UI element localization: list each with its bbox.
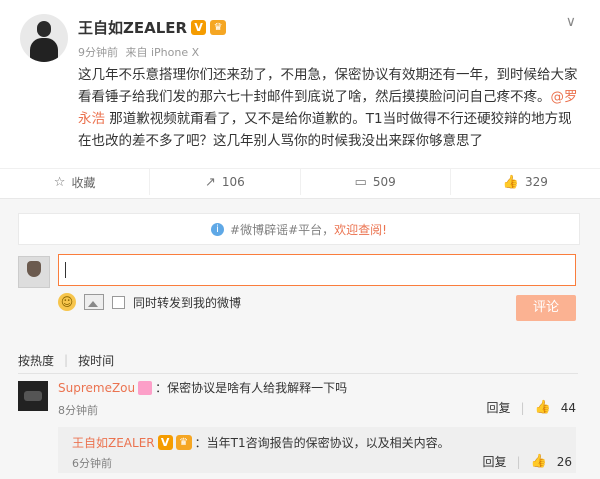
repost-label: 同时转发到我的微博 [133,295,242,310]
comment-time: 8分钟前 [58,404,98,417]
notice-link[interactable]: 欢迎查阅! [334,221,387,238]
repost-checkbox[interactable] [112,295,125,309]
commenter-avatar[interactable] [18,381,48,411]
info-icon: i [211,222,225,236]
comment-button[interactable]: ▭ 509 [301,169,451,195]
member-badge-icon [138,380,153,395]
comment-item: SupremeZou ：保密协议是啥有人给我解释一下吗 8分钟前 回复 | 👍 … [18,379,580,427]
star-icon: ☆ [53,174,66,190]
comment-ops: 回复 | 👍 44 [486,399,576,416]
reply-ops: 回复 | 👍 26 [482,453,572,470]
thumb-up-icon[interactable]: 👍 [531,454,547,469]
reply-reply-button[interactable]: 回复 [482,453,506,470]
more-chevron-icon[interactable]: ∨ [566,14,576,30]
comments-section: i #微博辟谣#平台， 欢迎查阅! ☺ 同时转发到我的微博 评论 按热度 | 按时… [0,198,600,479]
author-avatar[interactable] [20,14,68,62]
like-icon: 👍 [502,174,520,190]
sort-hot[interactable]: 按热度 [18,352,54,369]
favorite-button[interactable]: ☆ 收藏 [0,169,151,195]
like-button[interactable]: 👍 329 [451,169,600,195]
sort-bar: 按热度 | 按时间 [18,347,578,374]
repost-count: 106 [221,175,245,189]
favorite-label: 收藏 [71,175,96,190]
post-text-1: 这几年不乐意搭理你们还来劲了，不用急，保密协议有效期还有一年，到时候给大家看看锤… [78,67,578,105]
comment-input[interactable] [58,254,576,286]
notice-text: #微博辟谣#平台， [230,222,335,237]
repost-button[interactable]: ↗ 106 [150,169,301,195]
author-line: 王自如ZEALER V ♛ [78,17,227,38]
thumb-up-icon[interactable]: 👍 [535,400,551,415]
comment-count: 509 [372,175,396,189]
sort-time[interactable]: 按时间 [78,352,114,369]
reply-time: 6分钟前 [72,457,112,470]
post-content: 这几年不乐意搭理你们还来劲了，不用急，保密协议有效期还有一年，到时候给大家看看锤… [78,64,583,152]
comment-like-count: 44 [560,400,576,415]
reply-item: 王自如ZEALER V ♛ ：当年T1咨询报告的保密协议，以及相关内容。 6分钟… [58,427,576,473]
image-icon[interactable] [84,294,104,310]
post-meta: 9分钟前 来自 iPhone X [78,44,203,60]
verified-icon: V [157,435,173,450]
comment-icon: ▭ [354,174,367,190]
reply-text: ：当年T1咨询报告的保密协议，以及相关内容。 [194,436,450,450]
action-bar: ☆ 收藏 ↗ 106 ▭ 509 👍 329 [0,168,600,195]
post-time[interactable]: 9分钟前 [78,46,118,59]
emoji-icon[interactable]: ☺ [58,293,76,311]
reply-author-name[interactable]: 王自如ZEALER [72,434,155,451]
author-name[interactable]: 王自如ZEALER [78,17,187,38]
comment-text: ：保密协议是啥有人给我解释一下吗 [155,381,348,395]
share-icon: ↗ [204,174,216,190]
submit-comment-button[interactable]: 评论 [516,295,576,321]
post-text-2: 那道歉视频就甭看了，又不是给你道歉的。T1当时做得不行还硬狡辩的地方现在也改的差… [78,111,572,149]
comment-tools: ☺ 同时转发到我的微博 [58,293,241,311]
my-avatar [18,256,50,288]
reply-like-count: 26 [556,454,572,469]
commenter-name[interactable]: SupremeZou [58,381,135,395]
like-count: 329 [525,175,548,189]
verified-icon: V [191,20,207,35]
crown-badge-icon: ♛ [175,435,192,450]
rumor-notice: i #微博辟谣#平台， 欢迎查阅! [18,213,580,245]
crown-badge-icon: ♛ [210,20,227,35]
reply-button[interactable]: 回复 [486,399,510,416]
post-source: 来自 iPhone X [125,46,200,59]
